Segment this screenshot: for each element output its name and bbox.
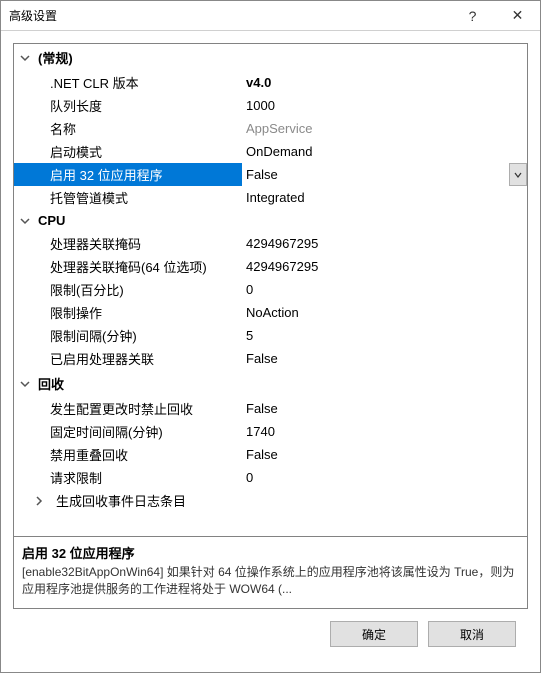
row-limit-percent[interactable]: 限制(百分比) 0 (14, 278, 527, 301)
label: .NET CLR 版本 (14, 73, 242, 92)
value[interactable]: False (242, 163, 527, 186)
row-pipeline-mode[interactable]: 托管管道模式 Integrated (14, 186, 527, 209)
value: False (242, 401, 527, 416)
row-disable-overlap[interactable]: 禁用重叠回收 False (14, 443, 527, 466)
label: 限制操作 (14, 303, 242, 322)
row-queue-length[interactable]: 队列长度 1000 (14, 94, 527, 117)
row-name[interactable]: 名称 AppService (14, 117, 527, 140)
label: 处理器关联掩码 (14, 234, 242, 253)
value: NoAction (242, 305, 527, 320)
label: 请求限制 (14, 468, 242, 487)
label: 已启用处理器关联 (14, 349, 242, 368)
row-affinity-mask[interactable]: 处理器关联掩码 4294967295 (14, 232, 527, 255)
description-panel: 启用 32 位应用程序 [enable32BitAppOnWin64] 如果针对… (13, 537, 528, 609)
row-log-event[interactable]: 生成回收事件日志条目 (14, 489, 527, 512)
row-request-limit[interactable]: 请求限制 0 (14, 466, 527, 489)
cancel-button[interactable]: 取消 (428, 621, 516, 647)
label: 处理器关联掩码(64 位选项) (14, 257, 242, 276)
value: 1740 (242, 424, 527, 439)
label: 固定时间间隔(分钟) (14, 422, 242, 441)
section-general[interactable]: (常规) (14, 44, 527, 71)
chevron-down-icon (18, 51, 32, 65)
chevron-down-icon (18, 377, 32, 391)
value: False (242, 351, 527, 366)
row-affinity-enabled[interactable]: 已启用处理器关联 False (14, 347, 527, 370)
chevron-down-icon (514, 171, 522, 179)
row-periodic-restart[interactable]: 固定时间间隔(分钟) 1740 (14, 420, 527, 443)
row-limit-interval[interactable]: 限制间隔(分钟) 5 (14, 324, 527, 347)
close-button[interactable]: ✕ (495, 1, 540, 31)
value: 0 (242, 282, 527, 297)
ok-button[interactable]: 确定 (330, 621, 418, 647)
value: 4294967295 (242, 259, 527, 274)
value: AppService (242, 121, 527, 136)
section-cpu[interactable]: CPU (14, 209, 527, 232)
label: 发生配置更改时禁止回收 (14, 399, 242, 418)
label: 队列长度 (14, 96, 242, 115)
section-recycle[interactable]: 回收 (14, 370, 527, 397)
dialog-buttons: 确定 取消 (13, 609, 528, 647)
label: 限制间隔(分钟) (14, 326, 242, 345)
row-clr-version[interactable]: .NET CLR 版本 v4.0 (14, 71, 527, 94)
chevron-right-icon (32, 494, 46, 508)
property-grid[interactable]: (常规) .NET CLR 版本 v4.0 队列长度 1000 名称 AppSe… (13, 43, 528, 537)
value: 5 (242, 328, 527, 343)
label: 禁用重叠回收 (14, 445, 242, 464)
dropdown-button[interactable] (509, 163, 527, 186)
row-start-mode[interactable]: 启动模式 OnDemand (14, 140, 527, 163)
label: 启动模式 (14, 142, 242, 161)
row-affinity-mask-64[interactable]: 处理器关联掩码(64 位选项) 4294967295 (14, 255, 527, 278)
value: OnDemand (242, 144, 527, 159)
dialog-content: (常规) .NET CLR 版本 v4.0 队列长度 1000 名称 AppSe… (1, 31, 540, 659)
row-enable-32bit[interactable]: 启用 32 位应用程序 False (14, 163, 527, 186)
label: 名称 (14, 119, 242, 138)
value: 1000 (242, 98, 527, 113)
window-title: 高级设置 (9, 7, 450, 24)
description-title: 启用 32 位应用程序 (22, 543, 519, 562)
close-icon: ✕ (512, 7, 524, 24)
value: 0 (242, 470, 527, 485)
description-text: [enable32BitAppOnWin64] 如果针对 64 位操作系统上的应… (22, 564, 519, 598)
label: 托管管道模式 (14, 188, 242, 207)
row-disallow-rotation[interactable]: 发生配置更改时禁止回收 False (14, 397, 527, 420)
chevron-down-icon (18, 214, 32, 228)
value: False (242, 447, 527, 462)
value: Integrated (242, 190, 527, 205)
label: 生成回收事件日志条目 (52, 491, 244, 510)
help-button[interactable]: ? (450, 1, 495, 31)
row-limit-action[interactable]: 限制操作 NoAction (14, 301, 527, 324)
value: v4.0 (242, 75, 527, 90)
label: 限制(百分比) (14, 280, 242, 299)
titlebar: 高级设置 ? ✕ (1, 1, 540, 31)
value: 4294967295 (242, 236, 527, 251)
label: 启用 32 位应用程序 (14, 165, 242, 184)
